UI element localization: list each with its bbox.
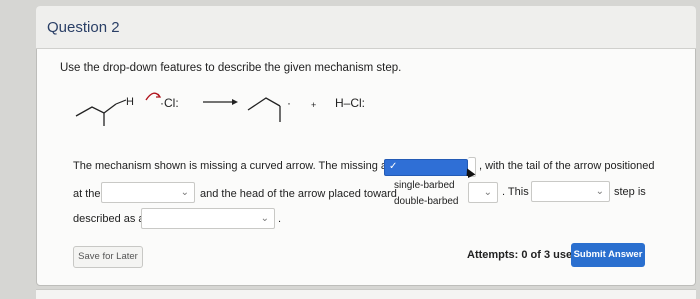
- option-single-barbed[interactable]: single-barbed: [394, 180, 455, 191]
- plus-sign: +: [311, 100, 317, 110]
- question-header: [36, 6, 696, 49]
- check-icon: ✓: [389, 161, 398, 172]
- sentence-part5: . This: [502, 186, 529, 198]
- submit-answer-button[interactable]: Submit Answer: [571, 243, 645, 267]
- description-dropdown[interactable]: ⌄: [141, 208, 275, 229]
- sentence-part2: , with the tail of the arrow positioned: [479, 160, 655, 172]
- sentence-part3: at the: [73, 188, 101, 200]
- hcl-product-label: H–Cl:: [335, 96, 366, 110]
- sentence-part7: described as a: [73, 213, 145, 225]
- step-type-dropdown[interactable]: ⌄: [531, 181, 610, 202]
- sentence-part1: The mechanism shown is missing a curved …: [73, 160, 420, 172]
- reactant-ch-bond: [115, 99, 127, 105]
- chevron-down-icon: ⌄: [180, 187, 189, 198]
- chevron-down-icon: ⌄: [483, 187, 492, 198]
- tail-position-dropdown[interactable]: ⌄: [101, 182, 195, 203]
- h-label: H: [126, 96, 134, 108]
- radical-dot: ·: [287, 96, 291, 110]
- head-position-dropdown[interactable]: ⌄: [468, 182, 498, 203]
- sentence-part4: and the head of the arrow placed toward: [200, 188, 397, 200]
- chevron-down-icon: ⌄: [595, 186, 604, 197]
- product-skeleton: [247, 97, 281, 111]
- arrow-type-dropdown-open[interactable]: ✓: [384, 159, 468, 176]
- cl-radical-label: ·Cl:: [160, 96, 179, 110]
- question-prompt: Use the drop-down features to describe t…: [60, 62, 402, 74]
- arrow-type-options-menu: single-barbed double-barbed: [390, 176, 468, 216]
- attempts-counter: Attempts: 0 of 3 used: [467, 249, 579, 261]
- sentence-part8: .: [278, 213, 282, 225]
- sentence-part6: step is: [614, 186, 646, 198]
- question-title: Question 2: [47, 19, 120, 36]
- option-double-barbed[interactable]: double-barbed: [394, 196, 459, 207]
- reactant-skeleton: [75, 103, 117, 117]
- save-for-later-button[interactable]: Save for Later: [73, 246, 143, 268]
- chevron-down-icon: ⌄: [260, 213, 269, 224]
- reaction-arrowhead: [232, 99, 238, 105]
